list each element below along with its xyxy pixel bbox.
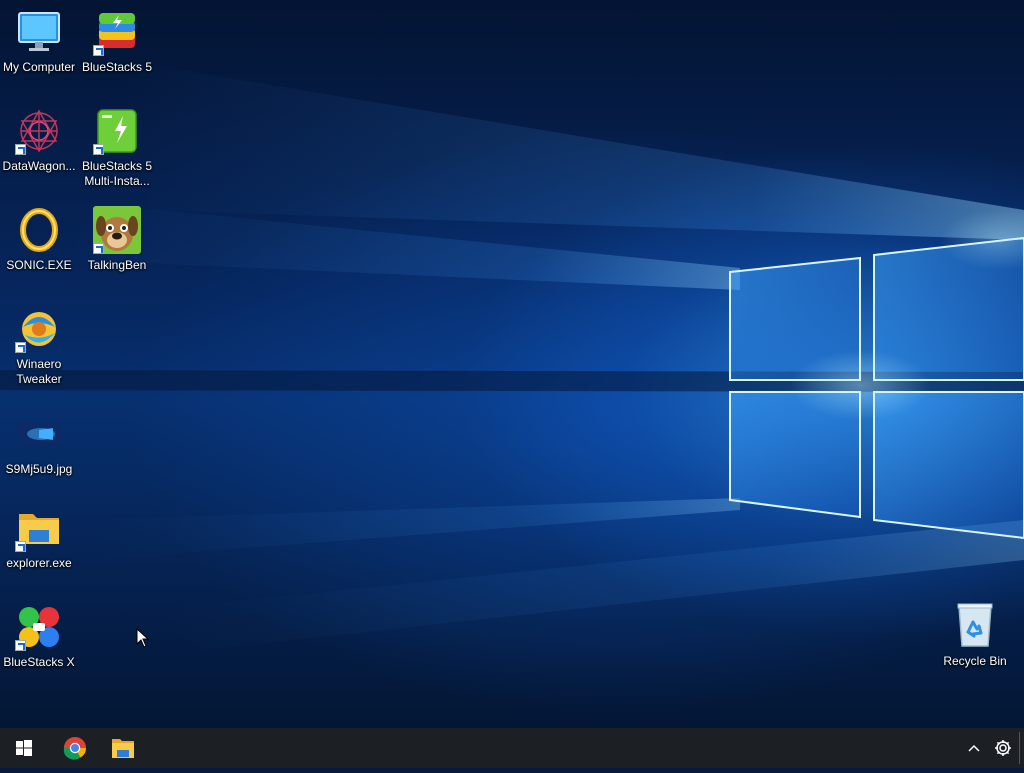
- talkingben-icon: [93, 206, 141, 254]
- desktop-icon-label: explorer.exe: [6, 556, 72, 570]
- desktop-icon-label: SONIC.EXE: [6, 258, 72, 272]
- show-hidden-icons-button[interactable]: [962, 728, 986, 768]
- desktop-icon-label: Winaero Tweaker: [16, 357, 62, 386]
- shortcut-arrow-icon: [15, 144, 26, 155]
- desktop-icon-label: TalkingBen: [87, 258, 147, 272]
- recycle-bin-icon: [951, 602, 999, 650]
- desktop-icon-label: BlueStacks 5: [81, 60, 153, 74]
- show-desktop-divider[interactable]: [1019, 732, 1020, 764]
- desktop-icon-s9mj5u9-jpg[interactable]: S9Mj5u9.jpg: [1, 410, 77, 477]
- desktop-icon-winaero-tweaker[interactable]: Winaero Tweaker: [1, 305, 77, 387]
- winaero-tweaker-icon: [15, 305, 63, 353]
- desktop-icon-bluestacks-5[interactable]: BlueStacks 5: [79, 8, 155, 75]
- chrome-icon: [63, 737, 86, 760]
- desktop-icon-label: BlueStacks X: [3, 655, 75, 669]
- shortcut-arrow-icon: [93, 45, 104, 56]
- shortcut-arrow-icon: [93, 144, 104, 155]
- desktop-icon-talkingben[interactable]: TalkingBen: [79, 206, 155, 273]
- folder-icon: [15, 504, 63, 552]
- taskbar: [0, 728, 1024, 768]
- sonic-ring-icon: [15, 206, 63, 254]
- gear-icon: [995, 740, 1011, 756]
- taskbar-file-explorer-button[interactable]: [99, 728, 147, 768]
- taskbar-chrome-button[interactable]: [51, 728, 99, 768]
- image-file-icon: [15, 410, 63, 458]
- file-explorer-icon: [112, 739, 134, 758]
- start-button[interactable]: [0, 728, 48, 768]
- desktop-icon-recycle-bin[interactable]: Recycle Bin: [937, 602, 1013, 669]
- desktop-icon-datawagon[interactable]: DataWagon...: [1, 107, 77, 174]
- shortcut-arrow-icon: [93, 243, 104, 254]
- desktop-icon-bluestacks-5-multi-instance[interactable]: BlueStacks 5 Multi-Insta...: [79, 107, 155, 189]
- desktop-icon-label: S9Mj5u9.jpg: [5, 462, 73, 476]
- datawagon-icon: [15, 107, 63, 155]
- desktop-icon-label: Recycle Bin: [943, 654, 1007, 668]
- desktop-icon-bluestacks-x[interactable]: BlueStacks X: [1, 603, 77, 670]
- bluestacks-icon: [93, 8, 141, 56]
- settings-tray-button[interactable]: [990, 728, 1016, 768]
- desktop-icon-label: DataWagon...: [2, 159, 76, 173]
- mouse-cursor-icon: [136, 628, 150, 648]
- desktop-icon-label: BlueStacks 5 Multi-Insta...: [81, 159, 153, 188]
- chevron-up-icon: [968, 744, 980, 752]
- shortcut-arrow-icon: [15, 541, 26, 552]
- desktop-icon-label: My Computer: [2, 60, 76, 74]
- desktop-icon-my-computer[interactable]: My Computer: [1, 8, 77, 75]
- shortcut-arrow-icon: [15, 640, 26, 651]
- shortcut-arrow-icon: [15, 342, 26, 353]
- windows-logo-icon: [16, 740, 32, 756]
- desktop-icon-sonic-exe[interactable]: SONIC.EXE: [1, 206, 77, 273]
- desktop-icon-explorer-exe[interactable]: explorer.exe: [1, 504, 77, 571]
- computer-icon: [15, 8, 63, 56]
- bluestacks-x-icon: [15, 603, 63, 651]
- bluestacks-multi-instance-icon: [93, 107, 141, 155]
